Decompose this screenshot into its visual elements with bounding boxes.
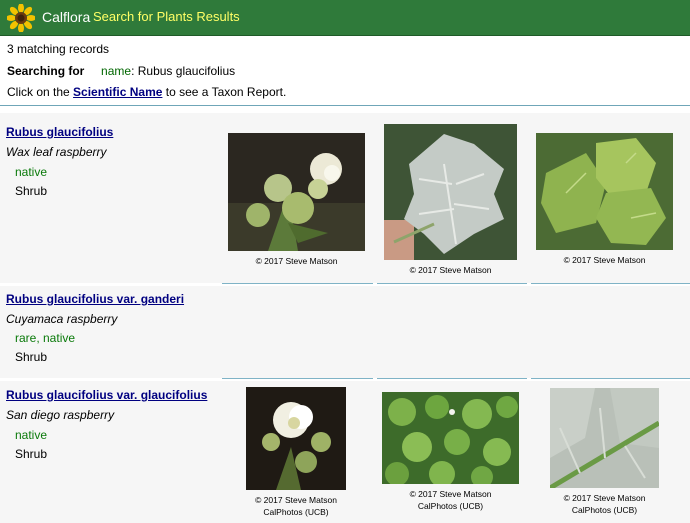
divider — [0, 105, 690, 106]
scientific-name-link[interactable]: Rubus glaucifolius var. ganderi — [6, 292, 184, 306]
scientific-name-link[interactable]: Rubus glaucifolius — [6, 125, 113, 139]
brand-name[interactable]: Calflora — [42, 9, 90, 25]
photo-source: CalPhotos (UCB) — [571, 505, 638, 515]
instructions-prefix: Click on the — [7, 85, 70, 99]
photo-caption: © 2017 Steve Matson — [409, 265, 492, 275]
scientific-name-link[interactable]: Scientific Name — [73, 85, 162, 99]
habit-label: Shrub — [15, 350, 48, 364]
result-row-2: Rubus glaucifolius var. ganderi Cuyamaca… — [0, 286, 690, 378]
cell-divider — [377, 378, 527, 379]
status-label: native — [15, 165, 48, 179]
calflora-logo-icon[interactable] — [7, 4, 35, 32]
cell-divider — [531, 283, 690, 284]
common-name: San diego raspberry — [6, 408, 115, 422]
status-label: native — [15, 428, 48, 442]
plant-photo[interactable] — [550, 388, 659, 488]
cell-divider — [222, 283, 373, 284]
photo-caption: © 2017 Steve Matson — [563, 493, 646, 503]
common-name: Wax leaf raspberry — [6, 145, 107, 159]
header-bar: Calflora Search for Plants Results — [0, 0, 690, 36]
photo-caption: © 2017 Steve Matson — [563, 255, 646, 265]
cell-divider — [531, 378, 690, 379]
instructions-suffix: to see a Taxon Report. — [165, 85, 287, 99]
cell-divider — [377, 283, 527, 284]
search-field-value: : Rubus glaucifolius — [131, 64, 236, 78]
search-criteria: Searching for name: Rubus glaucifolius — [7, 64, 235, 78]
page-title: Search for Plants Results — [93, 9, 240, 24]
photo-caption: © 2017 Steve Matson — [255, 256, 338, 266]
photo-caption: © 2017 Steve Matson — [409, 489, 492, 499]
photo-source: CalPhotos (UCB) — [417, 501, 484, 511]
instructions: Click on the Scientific Name to see a Ta… — [7, 85, 286, 99]
common-name: Cuyamaca raspberry — [6, 312, 118, 326]
photo-caption: © 2017 Steve Matson — [255, 495, 337, 505]
plant-photo[interactable] — [536, 133, 673, 250]
plant-photo[interactable] — [246, 387, 346, 490]
status-label: rare, native — [15, 331, 76, 345]
habit-label: Shrub — [15, 184, 48, 198]
plant-photo[interactable] — [228, 133, 365, 251]
search-field-name: name — [101, 64, 132, 78]
habit-label: Shrub — [15, 447, 48, 461]
scientific-name-link[interactable]: Rubus glaucifolius var. glaucifolius — [6, 388, 207, 402]
match-count: 3 matching records — [7, 42, 110, 56]
plant-photo[interactable] — [382, 392, 519, 484]
photo-source: CalPhotos (UCB) — [263, 507, 329, 517]
cell-divider — [222, 378, 373, 379]
searching-label: Searching for — [7, 64, 85, 78]
plant-photo[interactable] — [384, 124, 517, 260]
